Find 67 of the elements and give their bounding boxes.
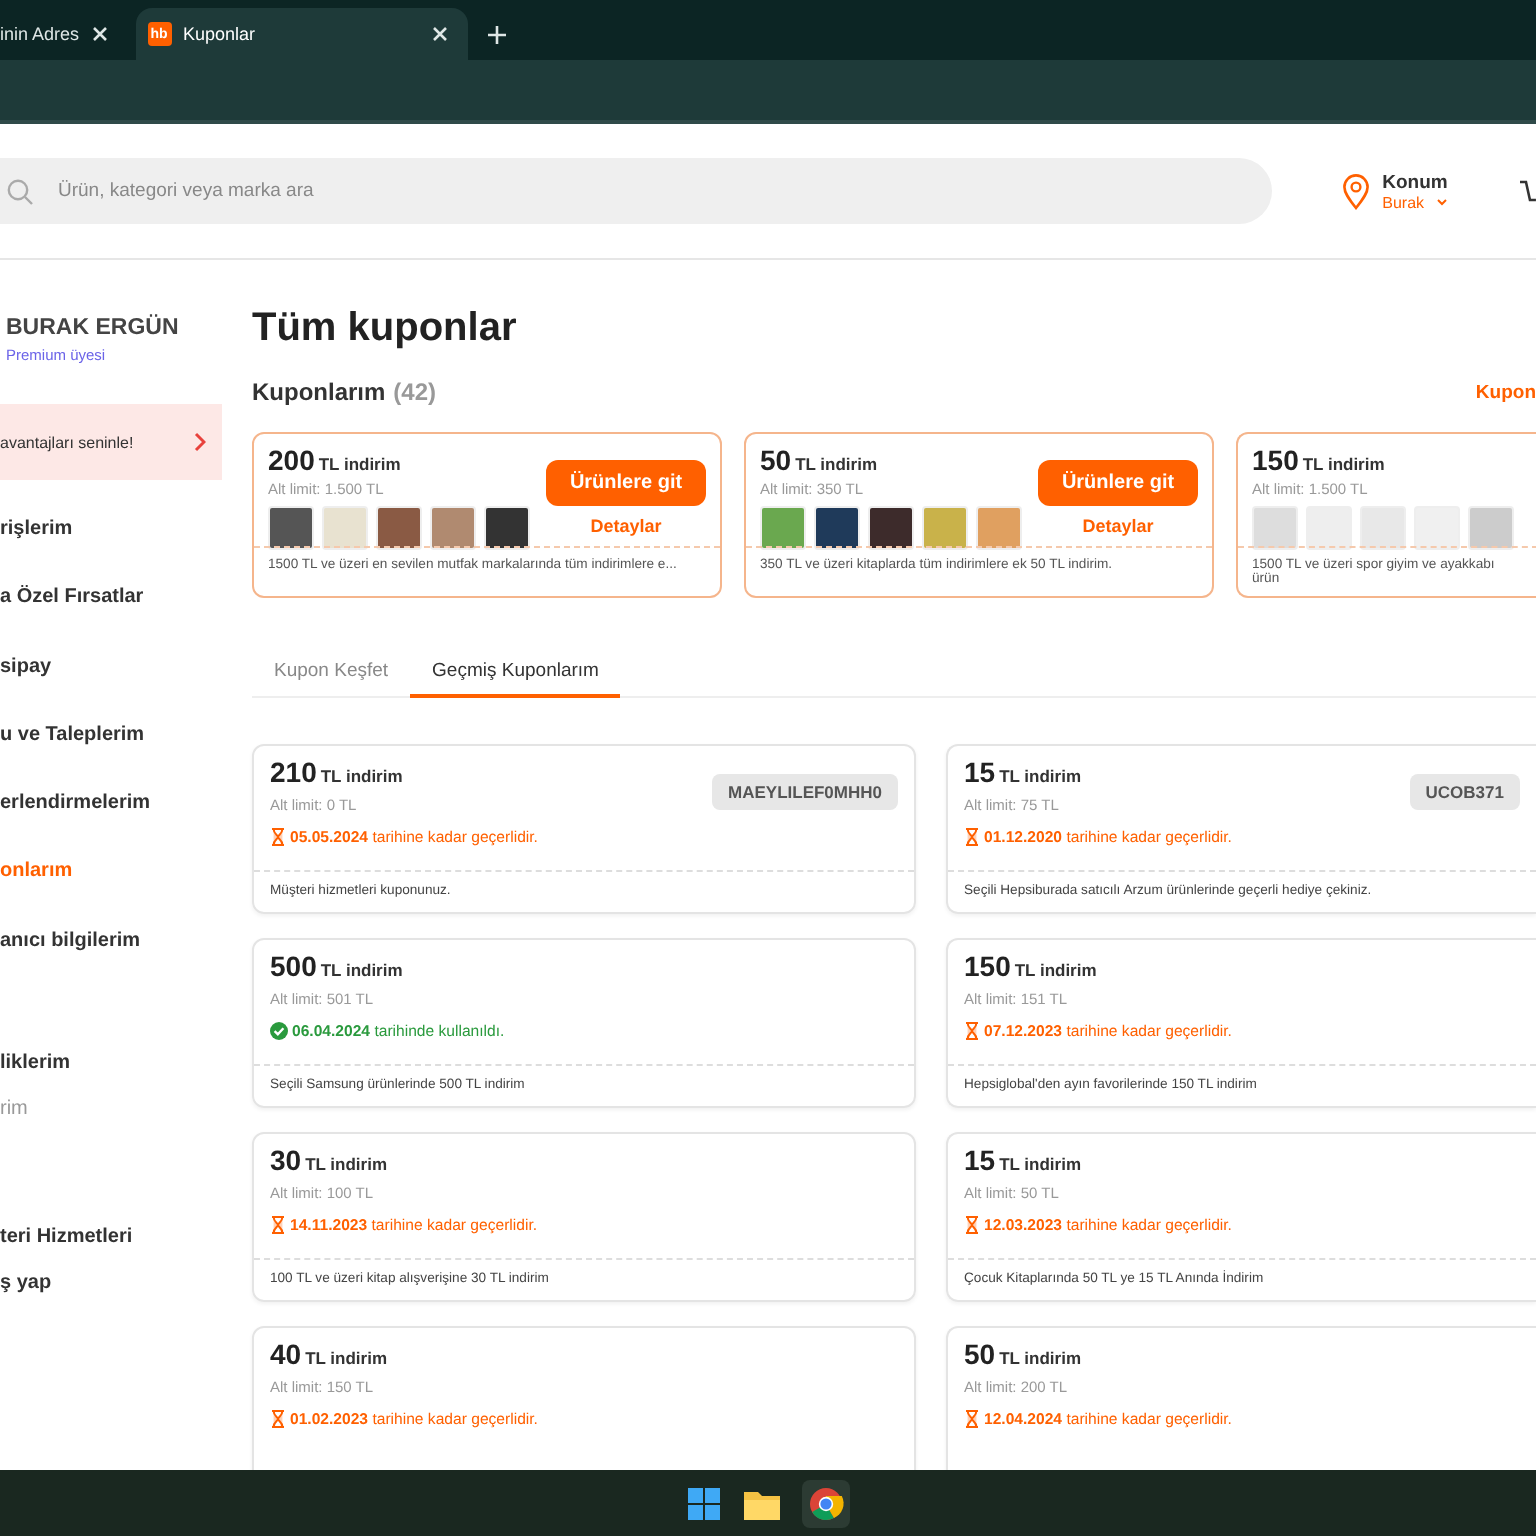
- coupon-unit: TL indirim: [999, 1154, 1082, 1174]
- product-photo-placeholder[interactable]: [814, 506, 860, 550]
- tab[interactable]: Geçmiş Kuponlarım: [410, 652, 621, 698]
- hourglass-icon: [964, 1410, 980, 1428]
- coupon-amount: 30: [270, 1144, 302, 1176]
- browser-tab[interactable]: inin Adres: [0, 8, 128, 60]
- sidebar-item[interactable]: a Özel Fırsatlar: [0, 580, 222, 650]
- coupon-unit: TL indirim: [305, 1348, 388, 1368]
- location-pin-icon[interactable]: [1342, 173, 1371, 209]
- search-input[interactable]: Ürün, kategori veya marka ara: [54, 178, 1273, 204]
- coupon-code[interactable]: UCOB371: [1409, 774, 1520, 810]
- coupon-unit: TL indirim: [999, 766, 1082, 786]
- close-icon[interactable]: [91, 26, 108, 42]
- coupon-amount: 200: [268, 444, 315, 476]
- sidebar-item[interactable]: liklerim: [0, 1046, 222, 1093]
- search-icon: [6, 177, 34, 205]
- coupon-unit: TL indirim: [795, 454, 878, 474]
- windows-icon[interactable]: [686, 1485, 722, 1521]
- product-photo-placeholder[interactable]: [376, 506, 422, 550]
- hourglass-icon: [270, 828, 286, 846]
- check-circle-icon: [270, 1022, 288, 1040]
- sidebar-item[interactable]: u ve Taleplerim: [0, 717, 222, 787]
- coupon-amount: 500: [270, 950, 317, 982]
- coupon-amount: 15: [964, 756, 996, 788]
- sidebar-item[interactable]: rişlerim: [0, 512, 222, 581]
- coupon-amount: 50: [760, 444, 792, 476]
- promo-banner[interactable]: avantajları seninle!: [0, 404, 222, 480]
- browser-icon[interactable]: [802, 1479, 850, 1527]
- coupon-unit: TL indirim: [999, 1348, 1082, 1368]
- coupon-amount: 40: [270, 1338, 302, 1370]
- coupon-unit: TL indirim: [318, 454, 401, 474]
- location-label: Konum: [1382, 171, 1449, 193]
- hourglass-icon: [270, 1216, 286, 1234]
- coupon-amount: 150: [964, 950, 1011, 982]
- coupon-unit: TL indirim: [320, 766, 403, 786]
- tab[interactable]: Kupon Keşfet: [252, 652, 411, 698]
- coupon-count: (42): [393, 378, 437, 406]
- coupon-amount: 150: [1252, 444, 1299, 476]
- hourglass-icon: [964, 1022, 980, 1040]
- coupon-unit: TL indirim: [305, 1154, 388, 1174]
- promo-text: avantajları seninle!: [0, 433, 134, 451]
- caret-icon[interactable]: [1436, 198, 1449, 206]
- hourglass-icon: [270, 1410, 286, 1428]
- new-tab-icon[interactable]: [487, 26, 506, 44]
- coupon-code[interactable]: MAEYLILEF0MHH0: [712, 774, 898, 810]
- coupon-unit: TL indirim: [320, 960, 403, 980]
- coupon-amount: 15: [964, 1144, 996, 1176]
- sidebar-item[interactable]: anıcı bilgilerim: [0, 923, 222, 993]
- coupon-amount: 50: [964, 1338, 996, 1370]
- product-photo-placeholder[interactable]: [484, 506, 530, 550]
- page-title: Tüm kuponlar: [252, 306, 519, 352]
- coupon-unit: TL indirim: [1014, 960, 1097, 980]
- sidebar-item[interactable]: teri Hizmetleri: [0, 1220, 222, 1267]
- user-name: BURAK ERGÜN: [6, 316, 181, 340]
- close-icon[interactable]: [431, 26, 448, 42]
- coupon-unit: TL indirim: [1302, 454, 1385, 474]
- hourglass-icon: [964, 1216, 980, 1234]
- coupon-amount: 210: [270, 756, 317, 788]
- chevron-right-icon: [194, 432, 206, 452]
- product-photo-placeholder[interactable]: [268, 506, 314, 550]
- search-field[interactable]: Ürün, kategori veya marka ara: [0, 158, 1273, 224]
- sidebar-item[interactable]: ş yap: [0, 1266, 222, 1335]
- product-photo-placeholder[interactable]: [868, 506, 914, 550]
- section-title: Kuponlarım: [252, 378, 386, 406]
- sidebar-item[interactable]: sipay: [0, 649, 222, 718]
- sidebar-item[interactable]: erlendirmelerim: [0, 786, 222, 855]
- hourglass-icon: [964, 828, 980, 846]
